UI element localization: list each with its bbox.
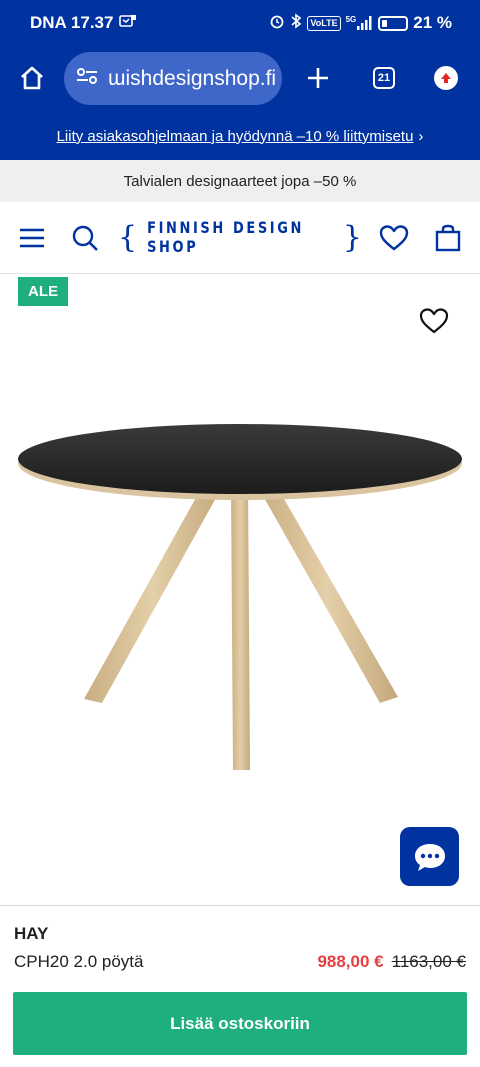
product-wishlist-button[interactable] bbox=[416, 303, 452, 339]
volte-badge: VoLTE bbox=[307, 15, 341, 31]
sale-price: 988,00 € bbox=[317, 952, 384, 971]
chat-icon bbox=[414, 843, 445, 871]
product-prices: 988,00 € 1163,00 € bbox=[317, 952, 466, 972]
cart-button[interactable] bbox=[430, 220, 466, 256]
logo-text: FINNISH DESIGN SHOP bbox=[147, 219, 304, 257]
tune-icon[interactable] bbox=[76, 67, 98, 91]
url-text: ɯishdesignshop.fi bbox=[108, 66, 277, 90]
sale-badge: ALE bbox=[18, 277, 68, 306]
product-brand[interactable]: HAY bbox=[14, 924, 48, 944]
status-bar: DNA 17.37 VoLTE 5G 21 % bbox=[0, 0, 480, 46]
tabs-button[interactable]: 21 bbox=[366, 60, 402, 96]
original-price: 1163,00 € bbox=[391, 952, 466, 971]
add-to-cart-button[interactable]: Lisää ostoskoriin bbox=[13, 992, 467, 1055]
chat-button[interactable] bbox=[400, 827, 459, 886]
update-button[interactable] bbox=[428, 60, 464, 96]
product-gallery[interactable]: ALE bbox=[0, 275, 480, 905]
wishlist-button[interactable] bbox=[376, 220, 412, 256]
info-banner[interactable]: Talvialen designaarteet jopa –50 % bbox=[0, 160, 480, 202]
product-summary: HAY CPH20 2.0 pöytä 988,00 € 1163,00 € L… bbox=[0, 905, 480, 1067]
signal-icon: 5G bbox=[346, 16, 374, 30]
search-button[interactable] bbox=[67, 220, 103, 256]
tabs-icon: 21 bbox=[373, 67, 395, 89]
site-logo[interactable]: { FINNISH DESIGN SHOP } bbox=[118, 219, 362, 257]
product-image bbox=[18, 424, 462, 770]
heart-icon bbox=[419, 308, 449, 334]
search-icon bbox=[72, 225, 98, 251]
info-banner-text: Talvialen designaarteet jopa –50 % bbox=[123, 172, 357, 190]
promo-banner[interactable]: Liity asiakasohjelmaan ja hyödynnä –10 %… bbox=[0, 112, 480, 160]
url-field[interactable]: ɯishdesignshop.fi bbox=[64, 52, 282, 105]
menu-icon bbox=[20, 228, 44, 248]
browser-toolbar: ɯishdesignshop.fi 21 bbox=[0, 46, 480, 112]
battery-icon bbox=[378, 15, 409, 31]
product-name: CPH20 2.0 pöytä bbox=[14, 952, 144, 971]
carrier-time: DNA 17.37 bbox=[30, 13, 114, 32]
alarm-icon bbox=[269, 13, 285, 34]
update-icon bbox=[434, 66, 458, 90]
plus-icon bbox=[308, 68, 328, 88]
heart-icon bbox=[379, 225, 409, 251]
new-tab-button[interactable] bbox=[300, 60, 336, 96]
home-icon bbox=[21, 66, 43, 90]
battery-percent: 21 % bbox=[413, 13, 452, 32]
bag-icon bbox=[435, 224, 461, 252]
bluetooth-icon bbox=[290, 12, 302, 34]
promo-link[interactable]: Liity asiakasohjelmaan ja hyödynnä –10 %… bbox=[57, 128, 414, 145]
site-header: { FINNISH DESIGN SHOP } bbox=[0, 202, 480, 274]
menu-button[interactable] bbox=[14, 220, 50, 256]
home-button[interactable] bbox=[14, 60, 50, 96]
chevron-right-icon: › bbox=[418, 127, 424, 145]
notification-icon bbox=[119, 13, 137, 33]
